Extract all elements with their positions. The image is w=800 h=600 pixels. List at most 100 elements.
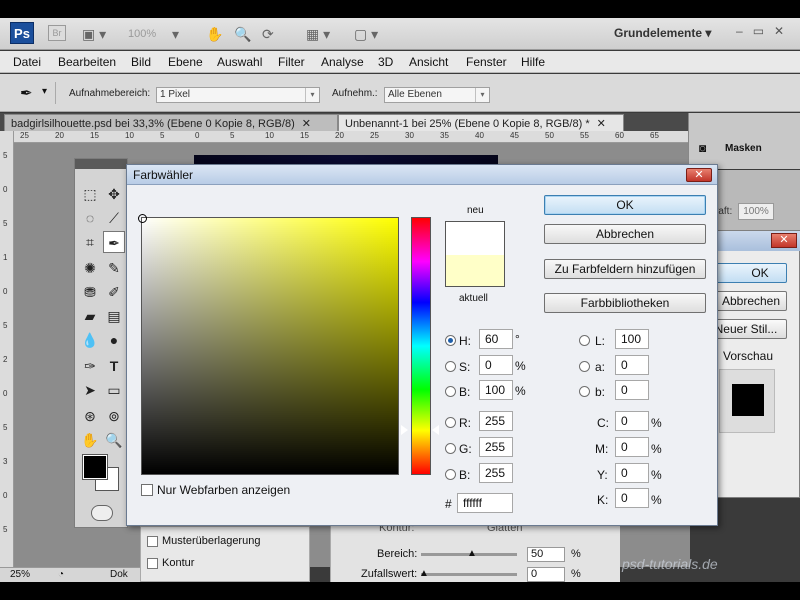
menu-bild[interactable]: Bild <box>131 55 151 69</box>
menu-ebene[interactable]: Ebene <box>168 55 203 69</box>
menu-filter[interactable]: Filter <box>278 55 305 69</box>
menu-ansicht[interactable]: Ansicht <box>409 55 448 69</box>
lab-b-radio[interactable] <box>579 386 590 397</box>
history-brush-tool-icon[interactable]: ✐ <box>103 281 125 303</box>
saturation-field[interactable]: 0 <box>479 355 513 375</box>
lab-l-radio[interactable] <box>579 335 590 346</box>
ok-button[interactable]: OK <box>544 195 706 215</box>
hue-slider-left-arrow[interactable] <box>401 425 408 435</box>
web-colors-only-checkbox[interactable]: Nur Webfarben anzeigen <box>141 483 290 497</box>
restore-icon[interactable]: ▭ <box>753 24 774 38</box>
black-field[interactable]: 0 <box>615 488 649 508</box>
tool-preset-picker[interactable]: ✒ ▾ <box>10 82 56 104</box>
blur-tool-icon[interactable]: 💧 <box>79 329 101 351</box>
dodge-tool-icon[interactable]: ● <box>103 329 125 351</box>
slider-thumb-icon[interactable]: ▲ <box>467 548 477 559</box>
shape-tool-icon[interactable]: ▭ <box>103 379 125 401</box>
checkbox[interactable] <box>141 484 153 496</box>
saturation-brightness-field[interactable] <box>138 214 399 475</box>
status-menu-icon[interactable]: ◔ <box>58 569 64 580</box>
hue-slider[interactable] <box>411 217 431 475</box>
checkbox[interactable] <box>147 557 158 569</box>
minimize-icon[interactable]: – <box>736 24 753 38</box>
marquee-tool-icon[interactable]: ⬚ <box>79 183 101 205</box>
close-icon[interactable]: ✕ <box>686 168 712 182</box>
window-controls[interactable]: –▭✕ <box>736 24 794 38</box>
hand-tool-icon[interactable]: ✋ <box>206 25 223 43</box>
menu-bearbeiten[interactable]: Bearbeiten <box>58 55 116 69</box>
foreground-color-swatch[interactable] <box>82 454 108 480</box>
tab-unbenannt-1[interactable]: Unbenannt-1 bei 25% (Ebene 0 Kopie 8, RG… <box>338 114 624 131</box>
bridge-launch-button[interactable]: Br <box>48 25 66 41</box>
tab-badgirlsilhouette[interactable]: badgirlsilhouette.psd bei 33,3% (Ebene 0… <box>4 114 338 131</box>
menu-hilfe[interactable]: Hilfe <box>521 55 545 69</box>
slider-thumb-icon[interactable]: ▲ <box>419 568 429 579</box>
move-tool-icon[interactable]: ✥ <box>103 183 125 205</box>
path-selection-tool-icon[interactable]: ➤ <box>79 379 101 401</box>
cyan-field[interactable]: 0 <box>615 411 649 431</box>
magenta-field[interactable]: 0 <box>615 437 649 457</box>
tools-panel-header[interactable] <box>75 159 127 169</box>
status-zoom[interactable]: 25% <box>10 569 30 580</box>
masks-icon[interactable]: ◙ <box>699 141 706 155</box>
crop-tool-icon[interactable]: ⌗ <box>79 231 101 253</box>
gradient-tool-icon[interactable]: ▤ <box>103 305 125 327</box>
close-window-icon[interactable]: ✕ <box>774 24 794 38</box>
hex-field[interactable]: ffffff <box>457 493 513 513</box>
current-color-swatch[interactable] <box>446 255 504 286</box>
type-tool-icon[interactable]: T <box>103 355 125 377</box>
red-radio[interactable] <box>445 417 456 428</box>
opacity-field[interactable]: 100% <box>738 203 774 220</box>
add-to-swatches-button[interactable]: Zu Farbfeldern hinzufügen <box>544 259 706 279</box>
brightness-field[interactable]: 100 <box>479 380 513 400</box>
jitter-field[interactable]: 0 <box>527 567 565 582</box>
yellow-field[interactable]: 0 <box>615 463 649 483</box>
rotate-view-icon[interactable]: ⟳ <box>262 25 274 43</box>
checkbox[interactable] <box>147 535 158 547</box>
hue-radio[interactable] <box>445 335 456 346</box>
blue-field[interactable]: 255 <box>479 463 513 483</box>
jitter-slider[interactable] <box>421 573 517 576</box>
preview-checkbox[interactable]: Vorschau <box>723 349 773 363</box>
sample-size-select[interactable]: 1 Pixel ▾ <box>156 87 320 103</box>
menu-datei[interactable]: Datei <box>13 55 41 69</box>
horizontal-ruler[interactable]: 25 20 15 10 5 0 5 10 15 20 25 30 35 40 45 50 55 60 65 <box>14 131 690 143</box>
menu-analyse[interactable]: Analyse <box>321 55 364 69</box>
saturation-radio[interactable] <box>445 361 456 372</box>
quick-mask-button[interactable] <box>91 505 113 521</box>
tab-close-icon[interactable]: ✕ <box>302 118 311 130</box>
zoom-tool-icon[interactable]: 🔍 <box>103 429 125 451</box>
brightness-radio[interactable] <box>445 386 456 397</box>
masks-label[interactable]: Masken <box>725 143 762 154</box>
close-icon[interactable]: ✕ <box>771 233 797 248</box>
3d-orbit-tool-icon[interactable]: ⊚ <box>103 405 125 427</box>
vertical-ruler[interactable]: 505105205305 <box>0 131 14 567</box>
lab-b-field[interactable]: 0 <box>615 380 649 400</box>
lab-a-radio[interactable] <box>579 361 590 372</box>
clone-stamp-tool-icon[interactable]: ⛃ <box>79 281 101 303</box>
zoom-tool-icon[interactable]: 🔍 <box>234 25 251 43</box>
brush-tool-icon[interactable]: ✎ <box>103 257 125 279</box>
menu-fenster[interactable]: Fenster <box>466 55 507 69</box>
menu-3d[interactable]: 3D <box>378 55 393 69</box>
lasso-tool-icon[interactable]: ◌ <box>79 207 101 229</box>
quick-selection-tool-icon[interactable]: ⟋ <box>103 207 125 229</box>
effect-stroke[interactable]: Kontur <box>147 557 194 569</box>
color-libraries-button[interactable]: Farbbibliotheken <box>544 293 706 313</box>
lab-a-field[interactable]: 0 <box>615 355 649 375</box>
arrange-documents-icon[interactable]: ▦ ▾ <box>306 25 330 43</box>
menu-auswahl[interactable]: Auswahl <box>217 55 262 69</box>
sample-layers-select[interactable]: Alle Ebenen ▾ <box>384 87 490 103</box>
hue-field[interactable]: 60 <box>479 329 513 349</box>
eraser-tool-icon[interactable]: ▰ <box>79 305 101 327</box>
spot-healing-tool-icon[interactable]: ✺ <box>79 257 101 279</box>
hue-slider-right-arrow[interactable] <box>432 425 439 435</box>
color-field-marker[interactable] <box>138 214 147 223</box>
range-field[interactable]: 50 <box>527 547 565 562</box>
screen-mode-dropdown-icon[interactable]: ▢ ▾ <box>354 25 378 43</box>
lab-l-field[interactable]: 100 <box>615 329 649 349</box>
effect-pattern-overlay[interactable]: Musterüberlagerung <box>147 535 260 547</box>
tab-close-icon[interactable]: ✕ <box>597 118 606 130</box>
pen-tool-icon[interactable]: ✑ <box>79 355 101 377</box>
red-field[interactable]: 255 <box>479 411 513 431</box>
